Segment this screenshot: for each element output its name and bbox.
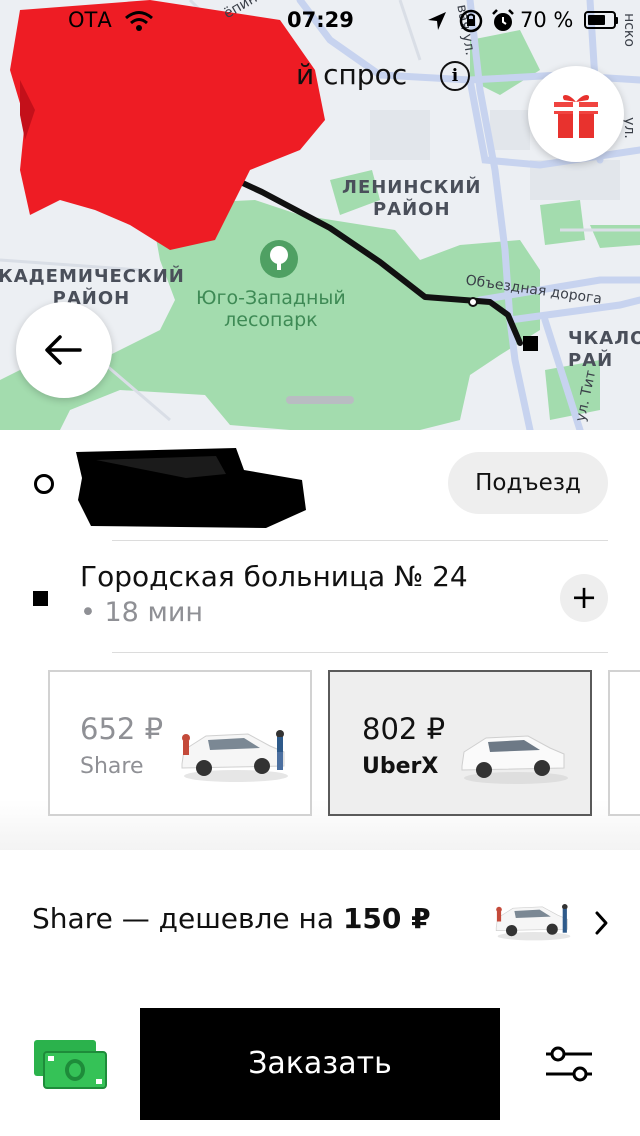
sheet-drag-handle[interactable]: [286, 396, 354, 404]
map-view[interactable]: ЛЕНИНСКИЙ РАЙОН КАДЕМИЧЕСКИЙ РАЙОН ЧКАЛО РА…: [0, 0, 640, 430]
park-area-right: [540, 200, 585, 245]
back-button[interactable]: [16, 302, 112, 398]
wifi-icon: [125, 11, 153, 31]
share-promo-text[interactable]: Share — дешевле на 150 ₽: [32, 902, 431, 935]
location-arrow-icon: [428, 12, 446, 30]
route-end-marker: [523, 336, 538, 351]
destination-name[interactable]: Городская больница № 24: [80, 560, 468, 593]
status-bar: ОТА 07:29 70 %: [0, 0, 640, 40]
redaction-black: [76, 448, 306, 528]
tariff-name: Share: [80, 754, 144, 779]
district-label-leninsky: ЛЕНИНСКИЙ РАЙОН: [342, 177, 482, 220]
tariff-card-next[interactable]: [608, 670, 640, 816]
add-stop-button[interactable]: +: [560, 574, 608, 622]
tariff-name: UberX: [362, 754, 439, 779]
share-car-icon: [181, 730, 288, 782]
park-area-right2: [590, 225, 640, 248]
order-button[interactable]: Заказать: [140, 1008, 500, 1120]
district-label-chkalovsky: ЧКАЛО РАЙ: [568, 328, 640, 371]
divider: [112, 540, 608, 541]
surge-pricing-text: й спрос: [296, 58, 408, 91]
sliders-icon[interactable]: [544, 1044, 594, 1084]
battery-icon: [584, 11, 616, 29]
divider: [112, 652, 608, 653]
battery-tip: [615, 17, 618, 24]
gift-button[interactable]: [528, 66, 624, 162]
park-label: Юго-Западный лесопарк: [196, 287, 346, 331]
tariff-price: 802 ₽: [362, 712, 446, 746]
alarm-icon: [492, 9, 514, 31]
pickup-marker: [34, 474, 54, 494]
plus-icon: +: [570, 578, 598, 616]
uberx-car-icon: [461, 735, 568, 784]
carrier-label: ОТА: [68, 8, 112, 32]
share-promo-amount: 150 ₽: [342, 902, 431, 935]
tariff-price: 652 ₽: [80, 712, 164, 746]
arrow-left-icon: [45, 335, 82, 365]
chevron-right-icon[interactable]: [592, 908, 612, 938]
rotation-lock-icon: [459, 9, 483, 33]
destination-eta: • 18 мин: [80, 597, 204, 628]
battery-percentage: 70 %: [520, 8, 574, 32]
clock: 07:29: [287, 8, 354, 32]
info-icon[interactable]: i: [440, 61, 470, 91]
entrance-button[interactable]: Подъезд: [448, 452, 608, 514]
tariff-card-share[interactable]: 652 ₽ Share: [48, 670, 312, 816]
destination-marker: [33, 591, 48, 606]
gift-icon: [554, 95, 598, 138]
share-promo-prefix: Share — дешевле на: [32, 902, 343, 935]
share-promo-car-icon: [495, 904, 571, 941]
cash-icon[interactable]: [32, 1038, 108, 1090]
tariff-card-uberx[interactable]: 802 ₽ UberX: [328, 670, 592, 816]
